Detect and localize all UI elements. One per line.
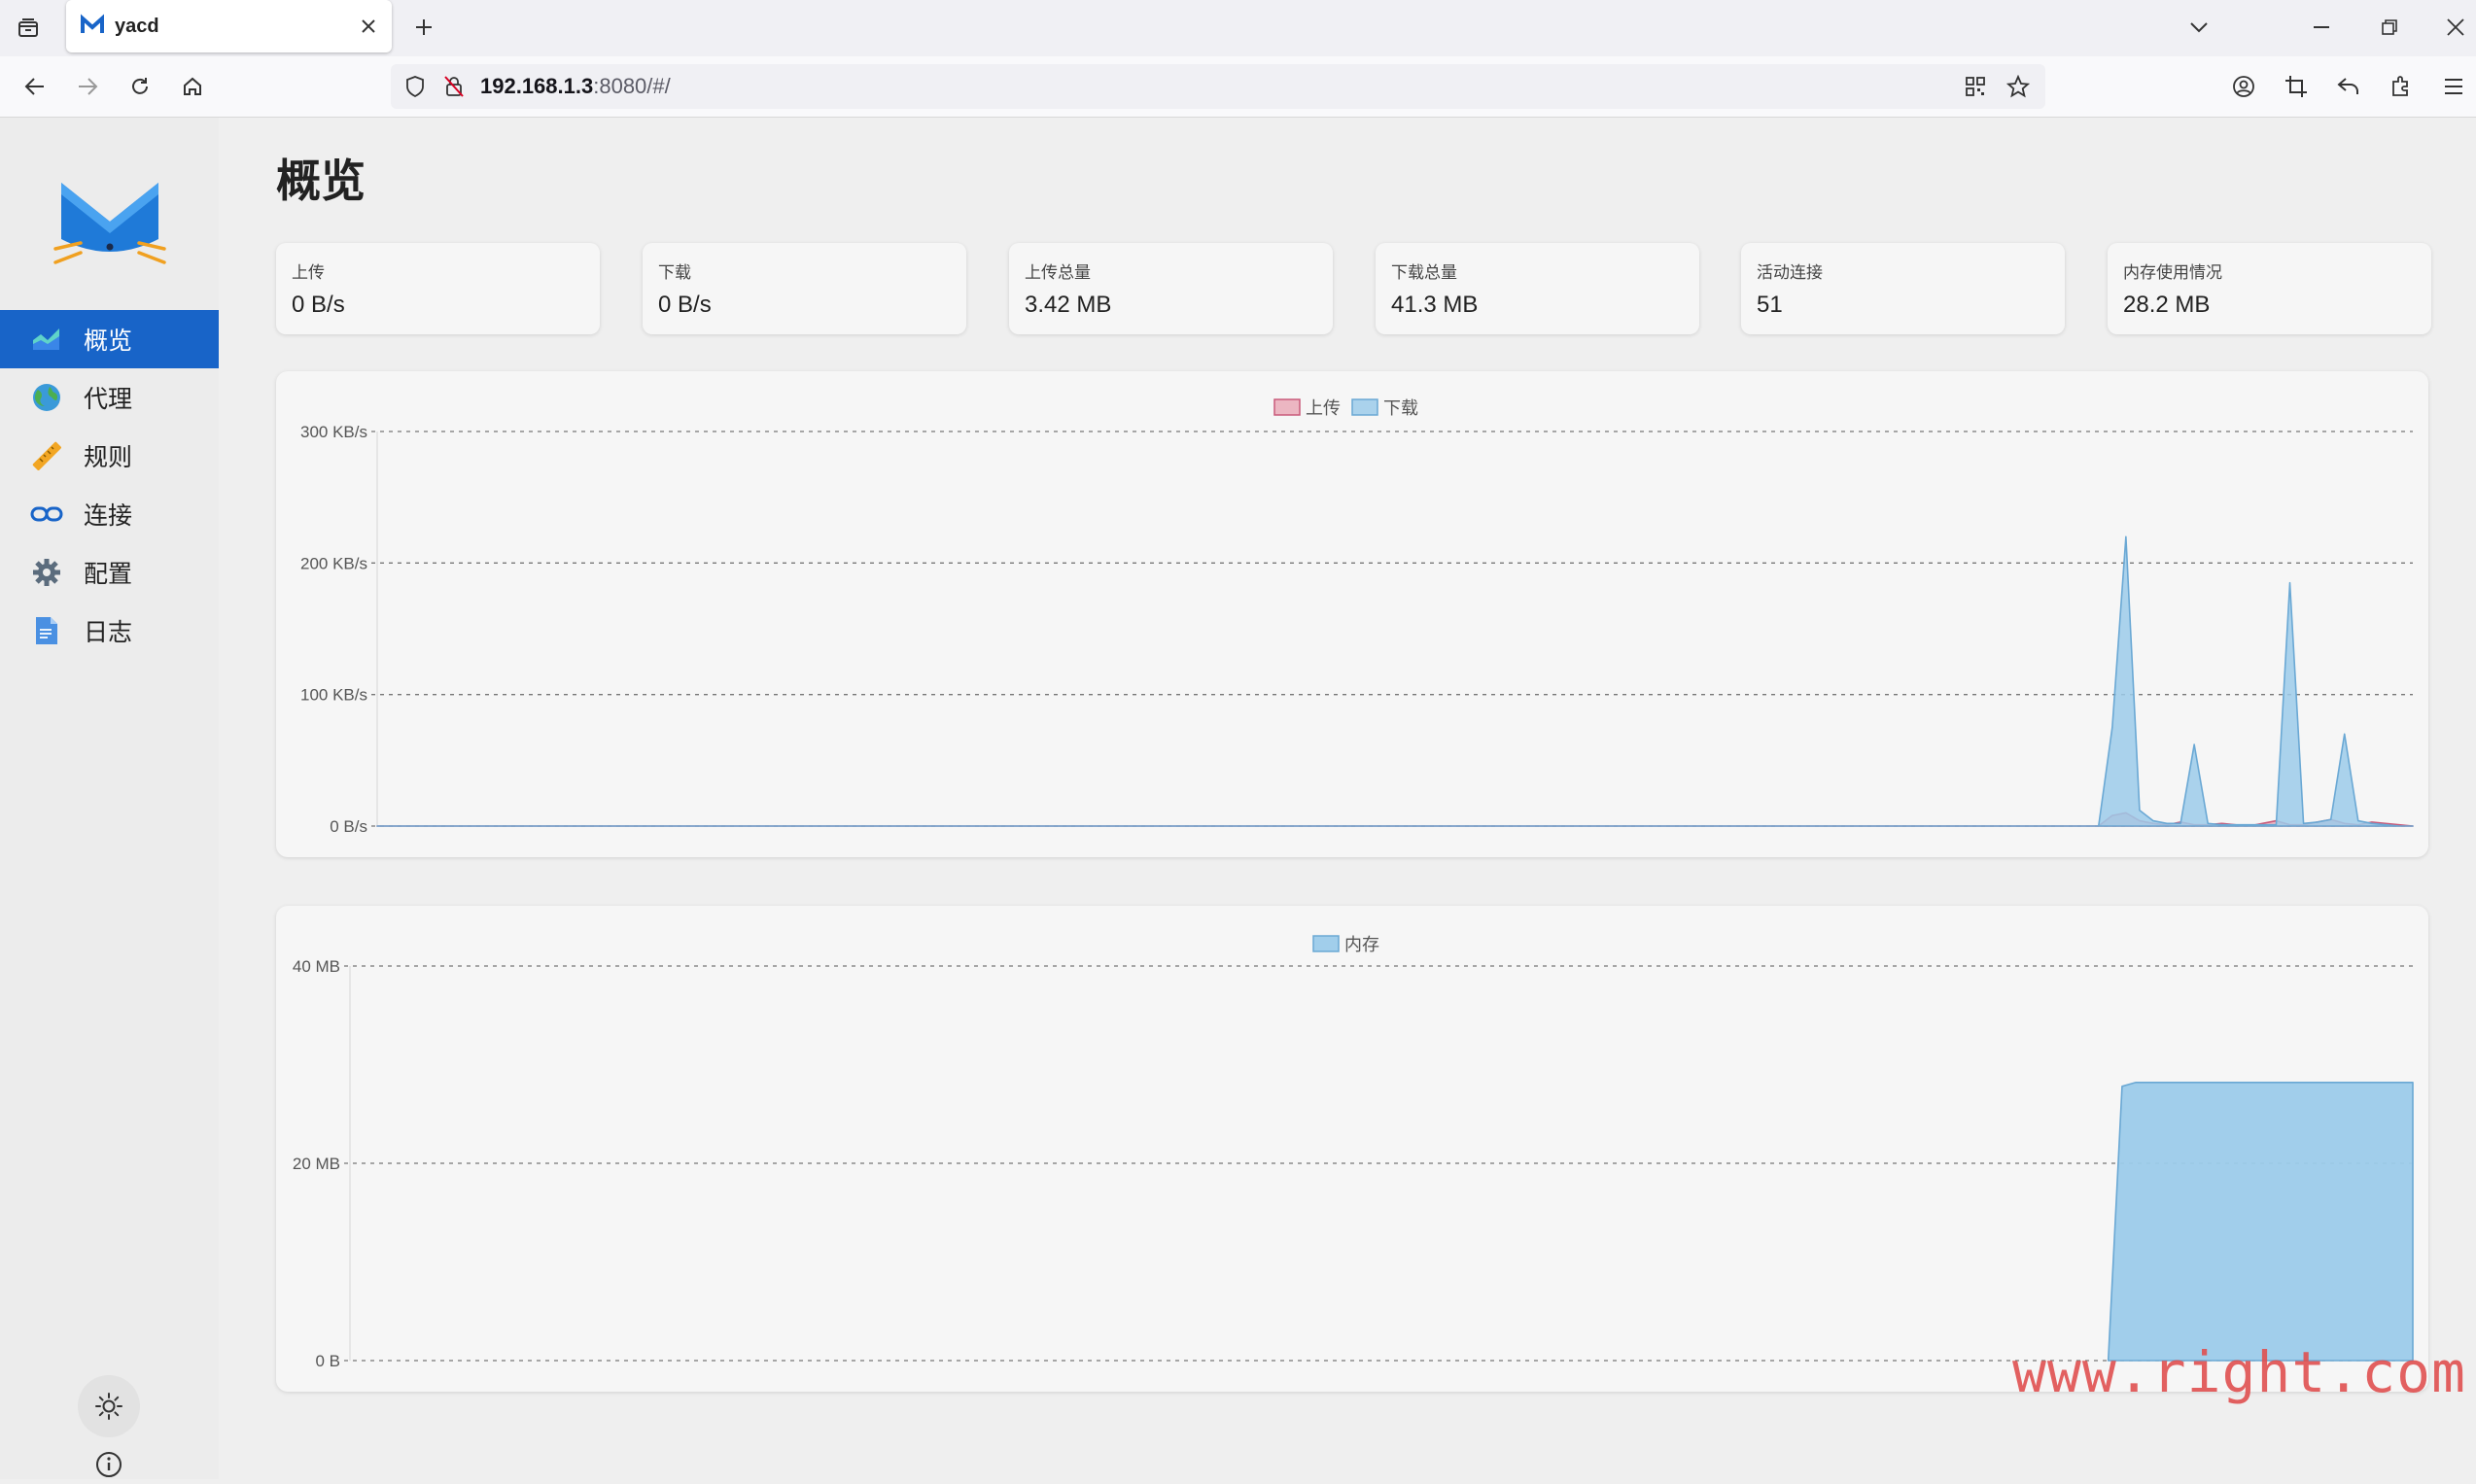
stat-value: 28.2 MB [2123,292,2211,318]
stat-card-download: 下载 0 B/s [643,243,966,334]
stat-label: 活动连接 [1757,263,1823,283]
yacd-cat-logo [53,183,166,264]
legend-label: 下载 [1383,398,1418,419]
browser-tab-bar: yacd [0,0,2476,56]
traffic-chart-card: 300 KB/s 200 KB/s 100 KB/s 0 B/s 上传 下载 [276,371,2428,857]
sidebar-item-proxies[interactable]: 代理 [0,368,219,427]
legend-swatch [1351,398,1378,416]
y-tick-label: 300 KB/s [300,423,367,441]
theme-toggle-button[interactable] [78,1375,140,1437]
link-chain-icon [29,497,64,532]
stat-value: 0 B/s [292,292,345,318]
url-text[interactable]: 192.168.1.3:8080/#/ [480,74,671,99]
info-icon [96,1452,122,1477]
y-tick-label: 200 KB/s [300,554,367,572]
memory-chart: 40 MB 20 MB 0 B 内存 [293,935,2414,1370]
browser-tab[interactable]: yacd [66,0,392,52]
reload-icon[interactable] [122,69,157,104]
yacd-favicon-icon [81,14,104,33]
bookmark-star-icon[interactable] [2003,71,2034,102]
address-bar[interactable]: 192.168.1.3:8080/#/ [391,64,2045,109]
series-area-primary [2107,1081,2414,1362]
close-window-icon[interactable] [2438,10,2473,45]
globe-icon [29,380,64,415]
memory-chart-card: 40 MB 20 MB 0 B 内存 [276,906,2428,1392]
gear-icon [29,555,64,590]
close-tab-icon[interactable] [351,9,386,44]
legend-label: 上传 [1306,398,1341,419]
stat-value: 51 [1757,292,1783,318]
sun-icon [95,1393,122,1420]
hamburger-menu-icon[interactable] [2436,69,2471,104]
y-tick-label: 20 MB [293,1155,340,1173]
url-path: :8080/#/ [593,74,671,98]
about-info-button[interactable] [89,1445,128,1484]
tracking-shield-icon[interactable] [402,74,428,99]
back-arrow-icon[interactable] [17,69,52,104]
crop-screenshot-icon[interactable] [2279,69,2314,104]
qr-code-icon[interactable] [1960,71,1991,102]
sidebar-item-label: 代理 [84,385,133,413]
stat-card-active-connections: 活动连接 51 [1741,243,2065,334]
tab-title: yacd [115,15,159,37]
y-tick-label: 40 MB [293,957,340,976]
stat-label: 下载总量 [1391,263,1457,283]
stat-value: 3.42 MB [1025,292,1112,318]
legend-label: 内存 [1344,935,1379,955]
sidebar-item-overview[interactable]: 概览 [0,310,219,368]
tab-list-icon[interactable] [12,12,45,45]
stat-label: 内存使用情况 [2123,263,2222,283]
traffic-chart: 300 KB/s 200 KB/s 100 KB/s 0 B/s 上传 下载 [300,398,2414,836]
stat-value: 41.3 MB [1391,292,1479,318]
y-tick-label: 100 KB/s [300,686,367,705]
legend-swatch [1312,935,1340,952]
home-icon[interactable] [175,69,210,104]
forward-arrow-icon[interactable] [70,69,105,104]
sidebar-item-label: 概览 [84,327,133,355]
extensions-puzzle-icon[interactable] [2384,69,2419,104]
stat-label: 上传 [292,263,325,283]
stat-value: 0 B/s [658,292,712,318]
stat-label: 下载 [658,263,691,283]
stat-card-upload: 上传 0 B/s [276,243,600,334]
stat-label: 上传总量 [1025,263,1091,283]
document-icon [29,613,64,648]
insecure-lock-icon[interactable] [441,74,467,99]
sidebar-item-label: 日志 [84,618,133,646]
sidebar-item-label: 配置 [84,560,133,588]
legend-swatch [1273,398,1301,416]
overview-chart-icon [29,322,64,357]
sidebar-item-label: 规则 [84,443,133,471]
tab-overflow-chevron-icon[interactable] [2181,10,2216,45]
ruler-icon [29,438,64,473]
sidebar-item-config[interactable]: 配置 [0,543,219,602]
page-title: 概览 [276,155,366,207]
sidebar-item-logs[interactable]: 日志 [0,602,219,660]
sidebar-item-connections[interactable]: 连接 [0,485,219,543]
sidebar-item-rules[interactable]: 规则 [0,427,219,485]
stat-card-download-total: 下载总量 41.3 MB [1376,243,1699,334]
url-host: 192.168.1.3 [480,74,594,98]
y-tick-label: 0 B/s [330,817,367,836]
restore-window-icon[interactable] [2372,10,2407,45]
undo-arrow-icon[interactable] [2331,69,2366,104]
new-tab-icon[interactable] [406,10,441,45]
sidebar: 概览 代理 规则 连接 配置 日志 [0,118,219,1479]
account-icon[interactable] [2226,69,2261,104]
sidebar-item-label: 连接 [84,501,133,530]
watermark-text: www.right.com.cn [2012,1339,2476,1405]
browser-nav-bar: 192.168.1.3:8080/#/ [0,56,2476,118]
stat-card-upload-total: 上传总量 3.42 MB [1009,243,1333,334]
minimize-window-icon[interactable] [2304,10,2339,45]
series-area-secondary [376,535,2414,827]
y-tick-label: 0 B [315,1352,340,1370]
stat-card-memory-usage: 内存使用情况 28.2 MB [2108,243,2431,334]
